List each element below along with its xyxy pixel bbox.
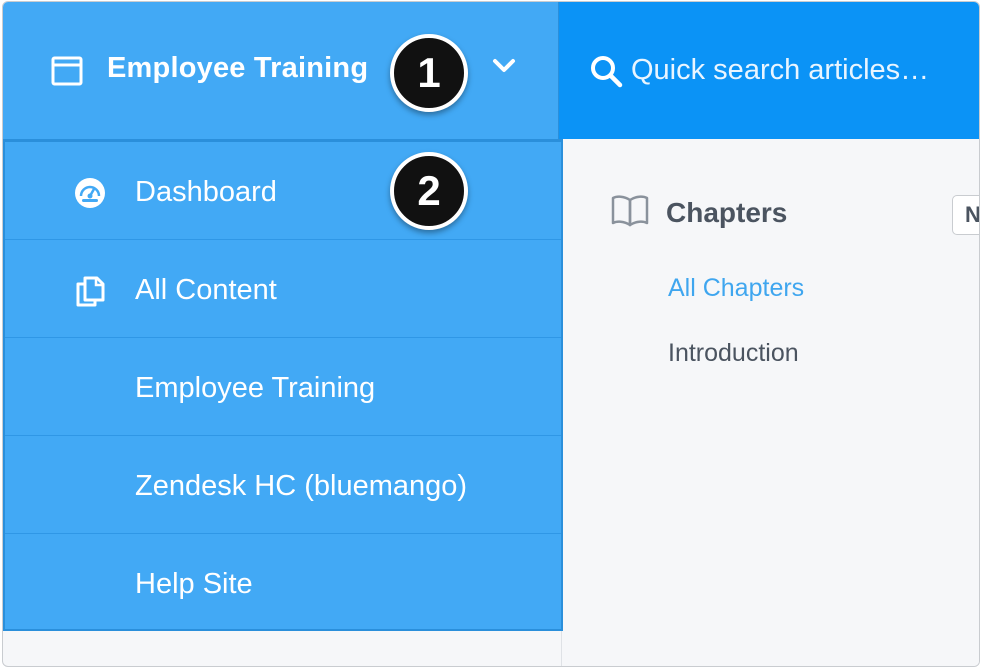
- chapter-link-all[interactable]: All Chapters: [668, 274, 804, 303]
- chevron-down-icon[interactable]: [489, 54, 519, 78]
- search-input[interactable]: [631, 50, 961, 90]
- app-window: Employee Training Chapters N All Chapter…: [2, 1, 980, 667]
- menu-item-help-site[interactable]: Help Site: [5, 534, 561, 632]
- chapter-link-introduction[interactable]: Introduction: [668, 339, 799, 368]
- menu-item-label: Employee Training: [135, 372, 376, 404]
- menu-item-label: Dashboard: [135, 176, 277, 208]
- menu-item-label: All Content: [135, 274, 277, 306]
- book-icon: [611, 195, 649, 227]
- callout-marker: 2: [390, 152, 468, 230]
- site-switcher[interactable]: Employee Training: [3, 2, 559, 139]
- search-icon: [591, 56, 623, 88]
- menu-item-dashboard[interactable]: Dashboard: [5, 142, 561, 240]
- content-pane: Chapters N All Chapters Introduction: [561, 139, 979, 666]
- documents-icon: [76, 276, 105, 307]
- new-chapter-button[interactable]: N: [952, 195, 979, 235]
- window-icon: [51, 56, 83, 86]
- menu-item-employee-training[interactable]: Employee Training: [5, 338, 561, 436]
- menu-item-label: Help Site: [135, 568, 253, 600]
- site-title: Employee Training: [107, 52, 369, 84]
- site-dropdown-menu: Dashboard All Content Employee Training …: [3, 139, 563, 631]
- menu-item-all-content[interactable]: All Content: [5, 240, 561, 338]
- chapters-heading: Chapters: [666, 197, 788, 228]
- dashboard-gauge-icon: [75, 178, 105, 208]
- callout-marker: 1: [390, 34, 468, 112]
- search-bar: [559, 2, 979, 139]
- menu-item-zendesk-hc[interactable]: Zendesk HC (bluemango): [5, 436, 561, 534]
- menu-item-label: Zendesk HC (bluemango): [135, 470, 468, 502]
